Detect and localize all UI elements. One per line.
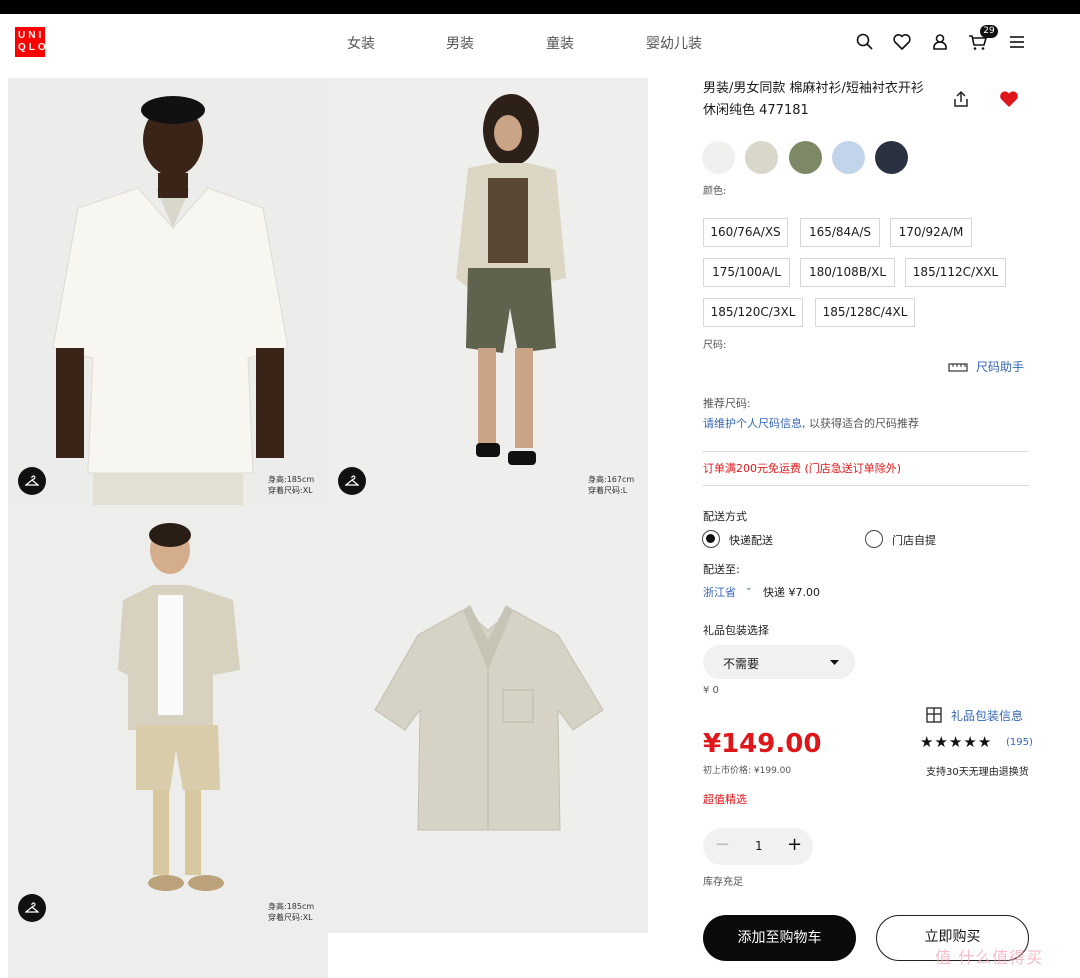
color-swatch-5[interactable] <box>875 141 908 174</box>
star-icon: ★ <box>920 733 935 751</box>
size-helper-link[interactable]: 尺码助手 <box>976 358 1024 375</box>
site-header: UNI QLO 女装 男装 童装 婴幼儿装 29 <box>0 14 1080 74</box>
heart-icon[interactable] <box>892 32 912 52</box>
recommend-size-rest: , 以获得适合的尺码推荐 <box>802 417 919 430</box>
star-icon: ★ <box>934 733 949 751</box>
chevron-down-icon[interactable]: ⌄ <box>745 583 753 593</box>
model-beige-shirt-illustration <box>118 523 240 891</box>
color-label: 颜色: <box>703 186 727 197</box>
radio-store-pickup-label[interactable]: 门店自提 <box>892 532 936 548</box>
hanger-icon <box>25 475 39 486</box>
dropdown-caret-icon <box>830 660 839 665</box>
product-photo-2[interactable]: 身高:167cm 穿着尺码:L <box>328 78 648 505</box>
model-info-2: 身高:167cm 穿着尺码:L <box>588 474 634 496</box>
color-swatch-3[interactable] <box>789 141 822 174</box>
express-fee: 快递 ¥7.00 <box>763 586 820 599</box>
quantity-value[interactable]: 1 <box>755 839 763 853</box>
ship-to-label: 配送至: <box>703 563 740 576</box>
size-option-7[interactable]: 185/120C/3XL <box>703 298 803 327</box>
province-selector[interactable]: 浙江省 <box>703 584 736 600</box>
gift-wrap-price: ¥ 0 <box>703 685 719 696</box>
model-size: 穿着尺码:L <box>588 486 628 495</box>
radio-express[interactable] <box>702 530 720 548</box>
hanger-icon <box>25 902 39 913</box>
model-female-illustration <box>456 94 566 465</box>
size-option-4[interactable]: 175/100A/L <box>703 258 790 287</box>
hanger-icon <box>345 475 359 486</box>
gift-wrap-info-link[interactable]: 礼品包装信息 <box>951 707 1023 724</box>
nav-men[interactable]: 男装 <box>446 33 474 53</box>
uniqlo-logo[interactable]: UNI QLO <box>15 27 46 57</box>
favorite-heart-icon[interactable] <box>999 90 1019 108</box>
menu-icon[interactable] <box>1007 32 1027 52</box>
original-price: 初上市价格: ¥199.00 <box>703 766 792 776</box>
size-option-6[interactable]: 185/112C/XXL <box>905 258 1006 287</box>
product-price: ¥149.00 <box>703 729 822 759</box>
try-on-hanger-button-1[interactable] <box>18 467 46 495</box>
size-option-1[interactable]: 160/76A/XS <box>703 218 788 247</box>
color-swatch-2[interactable] <box>745 141 778 174</box>
cart-count-badge: 29 <box>980 25 998 38</box>
model-white-shirt-illustration <box>52 96 289 505</box>
rating-stars: ★★★★★ <box>920 733 992 751</box>
review-count-link[interactable]: (195) <box>1006 737 1033 748</box>
gift-wrap-value: 不需要 <box>723 657 760 671</box>
size-option-5[interactable]: 180/108B/XL <box>800 258 895 287</box>
model-info-3: 身高:185cm 穿着尺码:XL <box>268 901 314 923</box>
gift-box-icon <box>926 707 942 723</box>
delivery-method-label: 配送方式 <box>703 510 747 523</box>
share-icon[interactable] <box>951 89 971 109</box>
promo-tag: 超值精选 <box>703 793 747 806</box>
product-photo-1[interactable]: 身高:185cm 穿着尺码:XL <box>8 78 328 505</box>
nav-women[interactable]: 女装 <box>347 33 375 53</box>
star-icon: ★ <box>963 733 978 751</box>
recommend-size-text: 请维护个人尺码信息, 以获得适合的尺码推荐 <box>703 415 919 431</box>
color-swatch-1[interactable] <box>702 141 735 174</box>
model-height: 身高:185cm <box>268 902 315 911</box>
model-height: 身高:167cm <box>588 475 635 484</box>
size-option-2[interactable]: 165/84A/S <box>800 218 880 247</box>
size-option-8[interactable]: 185/128C/4XL <box>815 298 915 327</box>
color-swatch-4[interactable] <box>832 141 865 174</box>
top-black-bar <box>0 0 1080 14</box>
stock-status: 库存充足 <box>703 877 743 888</box>
product-photo-5[interactable] <box>8 933 328 978</box>
return-policy: 支持30天无理由退换货 <box>926 767 1029 778</box>
star-icon: ★ <box>948 733 964 751</box>
model-size: 穿着尺码:XL <box>268 486 313 495</box>
add-to-cart-button[interactable]: 添加至购物车 <box>703 915 856 961</box>
minus-icon[interactable]: − <box>715 834 730 855</box>
model-info-1: 身高:185cm 穿着尺码:XL <box>268 474 314 496</box>
star-icon: ★ <box>977 733 993 751</box>
product-title: 男装/男女同款 棉麻衬衫/短袖衬衣开衫休闲纯色 477181 <box>703 81 924 118</box>
size-option-3[interactable]: 170/92A/M <box>890 218 972 247</box>
radio-store-pickup[interactable] <box>865 530 883 548</box>
maintain-size-info-link[interactable]: 请维护个人尺码信息 <box>703 417 802 430</box>
shirt-flatlay-illustration <box>374 605 604 831</box>
user-icon[interactable] <box>930 32 950 52</box>
product-photo-3[interactable]: 身高:185cm 穿着尺码:XL <box>8 505 328 933</box>
ruler-icon <box>948 363 968 372</box>
try-on-hanger-button-2[interactable] <box>338 467 366 495</box>
free-shipping-notice: 订单满200元免运费 (门店急送订单除外) <box>703 462 902 475</box>
product-photo-4[interactable] <box>328 505 648 933</box>
radio-express-label[interactable]: 快递配送 <box>729 532 773 548</box>
model-height: 身高:185cm <box>268 475 315 484</box>
quantity-stepper[interactable]: − 1 + <box>703 828 813 865</box>
divider <box>703 485 1029 486</box>
gift-wrap-select[interactable]: 不需要 <box>703 645 855 679</box>
size-label: 尺码: <box>703 340 727 351</box>
watermark: 值 什么值得买 <box>935 948 1044 967</box>
gift-wrap-label: 礼品包装选择 <box>703 624 769 637</box>
recommend-size-label: 推荐尺码: <box>703 397 751 410</box>
model-size: 穿着尺码:XL <box>268 913 313 922</box>
search-icon[interactable] <box>855 32 875 52</box>
nav-baby[interactable]: 婴幼儿装 <box>646 33 702 53</box>
divider <box>703 451 1029 452</box>
nav-kids[interactable]: 童装 <box>546 33 574 53</box>
try-on-hanger-button-3[interactable] <box>18 894 46 922</box>
plus-icon[interactable]: + <box>787 834 802 855</box>
